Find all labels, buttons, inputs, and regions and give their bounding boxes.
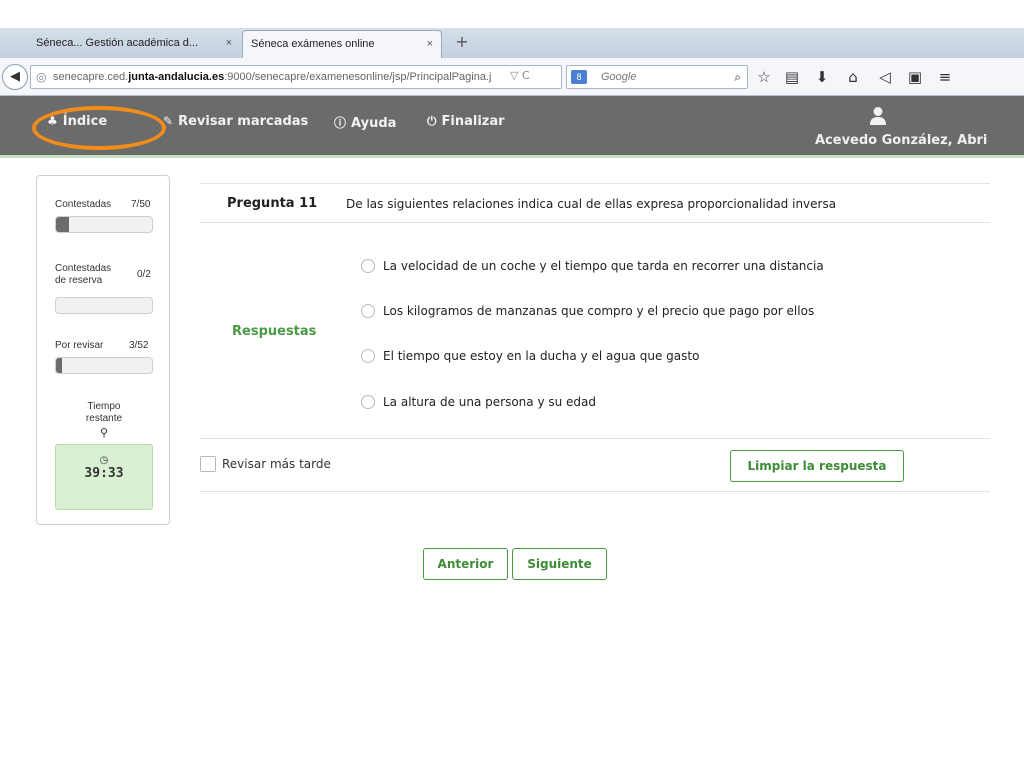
answer-option-text: La velocidad de un coche y el tiempo que… xyxy=(383,259,824,273)
menu-finalizar[interactable]: ⏻ Finalizar xyxy=(427,114,505,129)
tiempo-label-1: Tiempo xyxy=(87,401,121,412)
answer-option-4[interactable]: La altura de una persona y su edad xyxy=(361,393,596,411)
pencil-icon: ✎ xyxy=(163,114,174,128)
zoom-icon[interactable]: ⚲ xyxy=(37,426,171,439)
revisar-progress-fill xyxy=(56,358,62,373)
tab-title: Séneca exámenes online xyxy=(251,38,375,50)
browser-tab-strip: Séneca... Gestión académica d... × Sénec… xyxy=(0,28,1024,58)
next-button[interactable]: Siguiente xyxy=(512,548,607,580)
answer-option-3[interactable]: El tiempo que estoy en la ducha y el agu… xyxy=(361,347,699,365)
address-bar[interactable]: ◎ senecapre.ced.junta-andalucia.es:9000/… xyxy=(30,65,562,89)
user-name: Acevedo González, Abri xyxy=(815,133,988,148)
browser-tab-seneca-gestion[interactable]: Séneca... Gestión académica d... × xyxy=(28,30,240,58)
answer-option-text: Los kilogramos de manzanas que compro y … xyxy=(383,304,815,318)
question-number: Pregunta 11 xyxy=(227,196,318,211)
url-domain: junta-andalucia.es xyxy=(128,71,225,83)
radio-button[interactable] xyxy=(361,394,375,409)
contestadas-progress xyxy=(55,216,153,233)
sitemap-icon: ♣ xyxy=(47,114,58,128)
menu-icon[interactable]: ≡ xyxy=(935,67,955,87)
user-icon xyxy=(870,107,886,125)
time-remaining-value: 39:33 xyxy=(84,466,124,481)
search-icon[interactable]: ⌕ xyxy=(734,66,741,88)
search-input[interactable]: 8 Google ⌕ xyxy=(566,65,748,89)
reload-icon[interactable]: ▽ C xyxy=(510,65,530,89)
status-panel: Contestadas 7/50 Contestadas de reserva … xyxy=(36,175,170,525)
menu-indice-label: Índice xyxy=(62,114,108,129)
browser-nav-bar: ◀ ◎ senecapre.ced.junta-andalucia.es:900… xyxy=(0,58,1024,96)
menu-ayuda[interactable]: ⓘ Ayuda xyxy=(334,114,396,131)
divider xyxy=(200,183,990,184)
answer-option-2[interactable]: Los kilogramos de manzanas que compro y … xyxy=(361,302,814,320)
menu-indice[interactable]: ♣ Índice xyxy=(47,114,107,129)
tab-close-icon[interactable]: × xyxy=(427,31,433,57)
answer-option-text: El tiempo que estoy en la ducha y el agu… xyxy=(383,349,700,363)
review-later-label: Revisar más tarde xyxy=(222,457,331,471)
contestadas-progress-fill xyxy=(56,217,70,232)
clock-icon: ◷ xyxy=(99,455,109,466)
revisar-label: Por revisar xyxy=(55,340,104,351)
radio-button[interactable] xyxy=(361,258,375,273)
divider xyxy=(200,222,990,223)
tiempo-label-2: restante xyxy=(85,413,123,424)
menu-revisar-marcadas[interactable]: ✎ Revisar marcadas xyxy=(163,114,308,129)
url-path: :9000/senecapre/examenesonline/jsp/Princ… xyxy=(224,71,492,83)
menu-ayuda-label: Ayuda xyxy=(351,116,397,131)
search-placeholder: Google xyxy=(601,71,637,83)
reserva-progress xyxy=(55,297,153,314)
reserva-value: 0/2 xyxy=(137,269,151,280)
new-tab-button[interactable]: + xyxy=(450,30,474,56)
revisar-value: 3/52 xyxy=(129,340,149,351)
menu-finalizar-label: Finalizar xyxy=(441,114,505,129)
download-icon[interactable]: ⬇ xyxy=(812,67,832,87)
home-icon[interactable]: ⌂ xyxy=(843,67,863,87)
power-icon: ⏻ xyxy=(427,114,437,128)
menu-revisar-label: Revisar marcadas xyxy=(178,114,309,129)
bookmarks-library-icon[interactable]: ▤ xyxy=(782,67,802,87)
search-engine-icon[interactable]: 8 xyxy=(571,70,587,84)
revisar-progress xyxy=(55,357,153,374)
divider xyxy=(200,438,990,439)
time-remaining-box: ◷ 39:33 xyxy=(55,444,153,510)
globe-icon: ◎ xyxy=(36,70,47,84)
screenshot-icon[interactable]: ▣ xyxy=(905,67,925,87)
send-icon[interactable]: ◁ xyxy=(875,67,895,87)
divider xyxy=(200,491,990,492)
browser-tab-examenes-online[interactable]: Séneca exámenes online × xyxy=(242,30,442,58)
back-arrow-icon[interactable]: ◀ xyxy=(2,64,28,90)
answer-option-text: La altura de una persona y su edad xyxy=(383,395,597,409)
review-later-row[interactable]: Revisar más tarde xyxy=(200,455,331,475)
tab-title: Séneca... Gestión académica d... xyxy=(36,37,199,49)
info-icon: ⓘ xyxy=(334,116,347,130)
radio-button[interactable] xyxy=(361,348,375,363)
tab-close-icon[interactable]: × xyxy=(226,30,232,56)
review-later-checkbox[interactable] xyxy=(200,455,216,472)
radio-button[interactable] xyxy=(361,303,375,318)
reserva-label-1: Contestadas xyxy=(55,263,112,274)
question-text: De las siguientes relaciones indica cual… xyxy=(346,197,837,211)
previous-button[interactable]: Anterior xyxy=(423,548,508,580)
url-prefix: senecapre.ced. xyxy=(53,71,129,83)
contestadas-value: 7/50 xyxy=(131,199,151,210)
bookmark-star-icon[interactable]: ☆ xyxy=(754,67,774,87)
answers-label: Respuestas xyxy=(232,324,317,339)
clear-answer-button[interactable]: Limpiar la respuesta xyxy=(730,450,904,482)
contestadas-label: Contestadas xyxy=(55,199,112,210)
answer-option-1[interactable]: La velocidad de un coche y el tiempo que… xyxy=(361,257,824,275)
reserva-label-2: de reserva xyxy=(55,275,103,286)
